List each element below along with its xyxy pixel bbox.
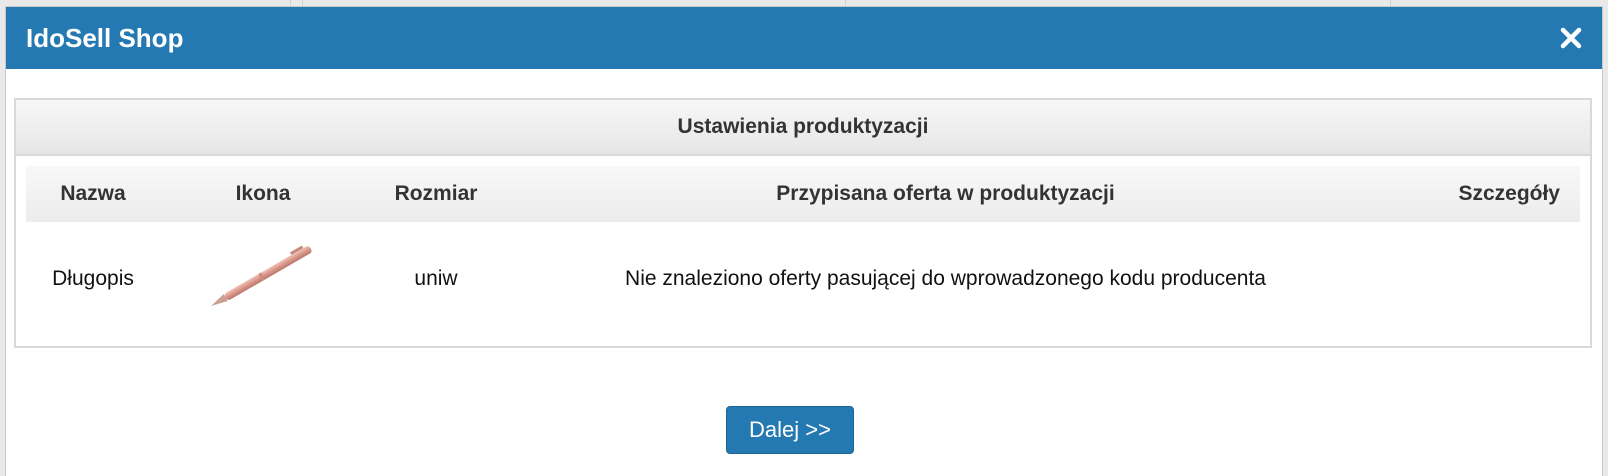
assigned-offer: Nie znaleziono oferty pasującej do wprow… xyxy=(625,267,1266,290)
column-header-icon: Ikona xyxy=(235,182,291,205)
next-button[interactable]: Dalej >> xyxy=(726,406,854,454)
column-header-offer: Przypisana oferta w produktyzacji xyxy=(776,182,1115,205)
close-icon[interactable] xyxy=(1556,23,1586,53)
table-header-row: Nazwa Ikona Rozmiar Przypisana oferta w … xyxy=(26,166,1580,222)
pen-product-image xyxy=(198,241,328,317)
column-header-name: Nazwa xyxy=(60,182,126,205)
productization-table: Nazwa Ikona Rozmiar Przypisana oferta w … xyxy=(26,166,1580,336)
column-header-size: Rozmiar xyxy=(394,182,478,205)
modal-title: IdoSell Shop xyxy=(26,22,184,53)
product-size: uniw xyxy=(414,267,458,290)
table-row: Długopis uniw Nie znaleziono oferty pasu… xyxy=(26,222,1580,336)
column-header-details: Szczegóły xyxy=(1458,182,1560,205)
panel-heading: Ustawienia produktyzacji xyxy=(16,100,1590,156)
productization-settings-panel: Ustawienia produktyzacji Nazwa Ikona Roz… xyxy=(14,98,1592,348)
product-name: Długopis xyxy=(52,267,134,290)
product-details xyxy=(1385,222,1580,336)
modal-header: IdoSell Shop xyxy=(6,7,1602,69)
